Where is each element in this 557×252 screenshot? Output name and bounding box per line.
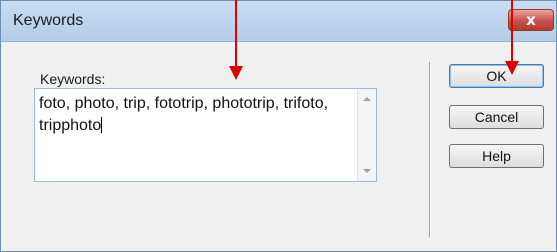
keywords-textarea[interactable]: foto, photo, trip, fototrip, phototrip, … — [34, 88, 377, 182]
cancel-button[interactable]: Cancel — [449, 105, 544, 129]
close-button[interactable]: x — [508, 9, 554, 31]
text-caret — [101, 117, 103, 133]
dialog-title: Keywords — [13, 12, 84, 29]
help-button[interactable]: Help — [449, 144, 544, 168]
title-bar[interactable]: Keywords x — [1, 1, 556, 42]
close-icon: x — [526, 11, 536, 29]
keywords-text: foto, photo, trip, fototrip, phototrip, … — [39, 95, 333, 134]
keywords-dialog: Keywords x Keywords: foto, photo, trip, … — [0, 0, 557, 252]
scroll-down-icon[interactable] — [363, 169, 371, 173]
ok-button[interactable]: OK — [449, 64, 544, 88]
keywords-label: Keywords: — [40, 71, 106, 87]
button-divider — [429, 62, 431, 237]
dialog-body: Keywords: foto, photo, trip, fototrip, p… — [1, 42, 556, 251]
scroll-up-icon[interactable] — [363, 97, 371, 101]
vertical-scrollbar[interactable] — [357, 89, 376, 181]
